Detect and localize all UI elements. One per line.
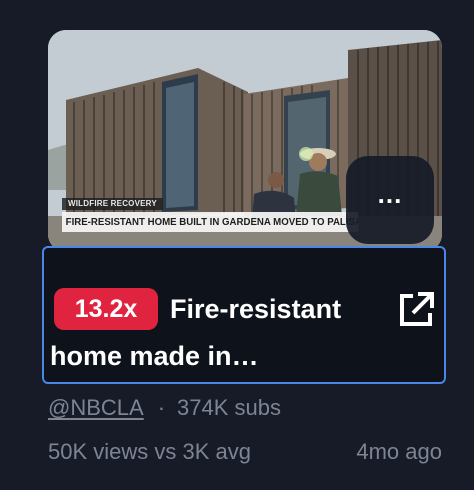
video-title-line-1: Fire-resistant [170,294,342,324]
external-link-icon[interactable] [396,290,436,330]
video-title-line-2: home made in… [50,341,259,371]
chyron-kicker: WILDFIRE RECOVERY [62,198,163,210]
channel-link[interactable]: @NBCLA [48,395,144,420]
channel-meta: @NBCLA · 374K subs [48,392,281,424]
outlier-score-badge: 13.2x [54,288,158,330]
upload-age: 4mo ago [356,439,442,464]
more-options-button[interactable]: ... [346,156,434,244]
news-chyron: WILDFIRE RECOVERY FIRE-RESISTANT HOME BU… [62,198,392,236]
chyron-headline: FIRE-RESISTANT HOME BUILT IN GARDENA MOV… [62,212,359,232]
video-stats: 50K views vs 3K avg 4mo ago [48,436,442,468]
video-title-link[interactable]: 13.2x Fire-resistant home made in… [42,246,446,384]
view-count: 50K views vs 3K avg [48,439,251,464]
subscriber-count: 374K subs [177,395,281,420]
more-options-icon: ... [377,179,403,209]
meta-separator: · [157,395,166,420]
